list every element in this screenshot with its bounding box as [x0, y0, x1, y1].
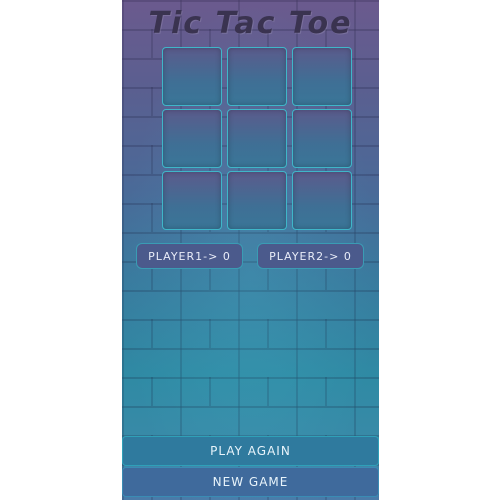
game-board [162, 47, 352, 230]
board-cell-8[interactable] [292, 171, 352, 230]
board-cell-7[interactable] [227, 171, 287, 230]
stage: Tic Tac Toe PLAYER1-> 0 PLAYER2-> 0 PLAY… [0, 0, 500, 500]
new-game-button[interactable]: NEW GAME [122, 467, 379, 497]
board-cell-0[interactable] [162, 47, 222, 106]
player2-score: PLAYER2-> 0 [257, 243, 364, 269]
board-cell-4[interactable] [227, 109, 287, 168]
board-cell-1[interactable] [227, 47, 287, 106]
board-cell-6[interactable] [162, 171, 222, 230]
game-screen: Tic Tac Toe PLAYER1-> 0 PLAYER2-> 0 PLAY… [122, 0, 379, 500]
board-cell-2[interactable] [292, 47, 352, 106]
game-title: Tic Tac Toe [148, 6, 353, 41]
player1-score: PLAYER1-> 0 [136, 243, 243, 269]
board-cell-5[interactable] [292, 109, 352, 168]
play-again-button[interactable]: PLAY AGAIN [122, 436, 379, 466]
board-cell-3[interactable] [162, 109, 222, 168]
